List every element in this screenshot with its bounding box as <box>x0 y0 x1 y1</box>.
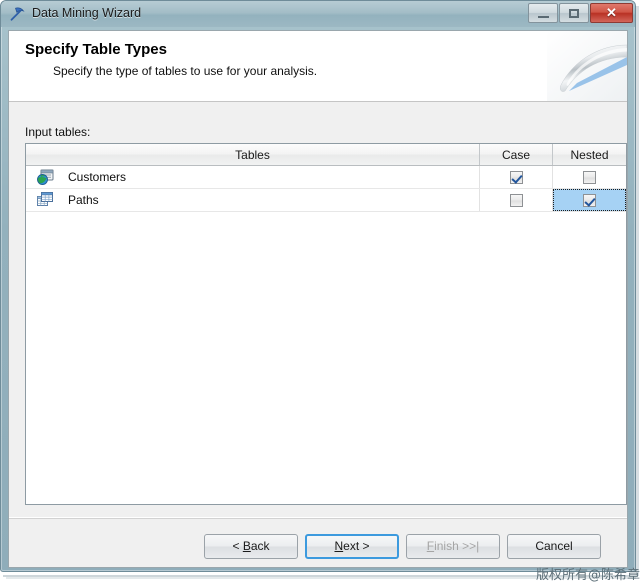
watermark-text: 版权所有@陈希章 <box>535 568 640 583</box>
column-header-case[interactable]: Case <box>480 144 553 165</box>
cell-case-checkbox[interactable] <box>480 189 553 211</box>
page-subtitle: Specify the type of tables to use for yo… <box>53 64 318 78</box>
back-button-prefix: < <box>232 539 243 553</box>
table-grid-icon <box>36 191 54 209</box>
finish-button: Finish >>| <box>406 534 500 559</box>
button-bar: < Back Next > Finish >>| Cancel <box>9 521 627 567</box>
maximize-restore-button[interactable] <box>559 3 589 23</box>
close-button[interactable]: ✕ <box>590 3 633 23</box>
table-name-label: Customers <box>68 170 127 184</box>
pickaxe-icon <box>9 5 27 23</box>
close-icon: ✕ <box>606 5 617 20</box>
back-button-suffix: ack <box>250 539 270 553</box>
next-button[interactable]: Next > <box>305 534 399 559</box>
cancel-button[interactable]: Cancel <box>507 534 601 559</box>
table-row[interactable]: Customers <box>26 166 626 189</box>
table-row[interactable]: Paths <box>26 189 626 212</box>
grid-header-row: Tables Case Nested <box>26 144 626 166</box>
next-button-accel: N <box>334 539 344 553</box>
cell-nested-checkbox[interactable] <box>553 166 626 188</box>
page-title: Specify Table Types <box>25 41 167 58</box>
title-bar[interactable]: Data Mining Wizard ✕ <box>1 1 635 27</box>
cell-nested-checkbox[interactable] <box>553 189 626 211</box>
back-button[interactable]: < Back <box>204 534 298 559</box>
case-checkbox[interactable] <box>509 193 523 207</box>
restore-icon <box>569 9 579 18</box>
input-tables-label: Input tables: <box>25 125 91 139</box>
dialog-client-area: Specify Table Types Specify the type of … <box>8 30 628 568</box>
dialog-window: Data Mining Wizard ✕ Specify Table Types… <box>0 0 644 579</box>
finish-button-accel: F <box>426 539 435 553</box>
column-header-nested[interactable]: Nested <box>553 144 626 165</box>
cancel-button-label: Cancel <box>535 539 573 553</box>
button-bar-separator <box>9 517 627 519</box>
cell-table-name[interactable]: Paths <box>26 189 480 211</box>
cell-table-name[interactable]: Customers <box>26 166 480 188</box>
minimize-button[interactable] <box>528 3 558 23</box>
nested-checkbox[interactable] <box>583 170 596 184</box>
column-header-tables[interactable]: Tables <box>26 144 480 165</box>
window-shadow <box>636 6 639 576</box>
case-checkbox[interactable] <box>509 170 523 184</box>
globe-view-icon <box>36 168 54 186</box>
window-title: Data Mining Wizard <box>32 6 142 20</box>
input-tables-listbox[interactable]: Tables Case Nested Customers Paths <box>25 143 627 505</box>
cell-case-checkbox[interactable] <box>480 166 553 188</box>
wizard-banner: Specify Table Types Specify the type of … <box>9 31 627 102</box>
table-name-label: Paths <box>68 193 99 207</box>
back-button-accel: B <box>242 539 251 553</box>
next-button-suffix: ext > <box>343 539 370 553</box>
minimize-icon <box>538 16 549 18</box>
nested-checkbox[interactable] <box>583 193 596 207</box>
wizard-banner-graphic <box>547 31 627 101</box>
finish-button-suffix: inish >>| <box>434 539 480 553</box>
